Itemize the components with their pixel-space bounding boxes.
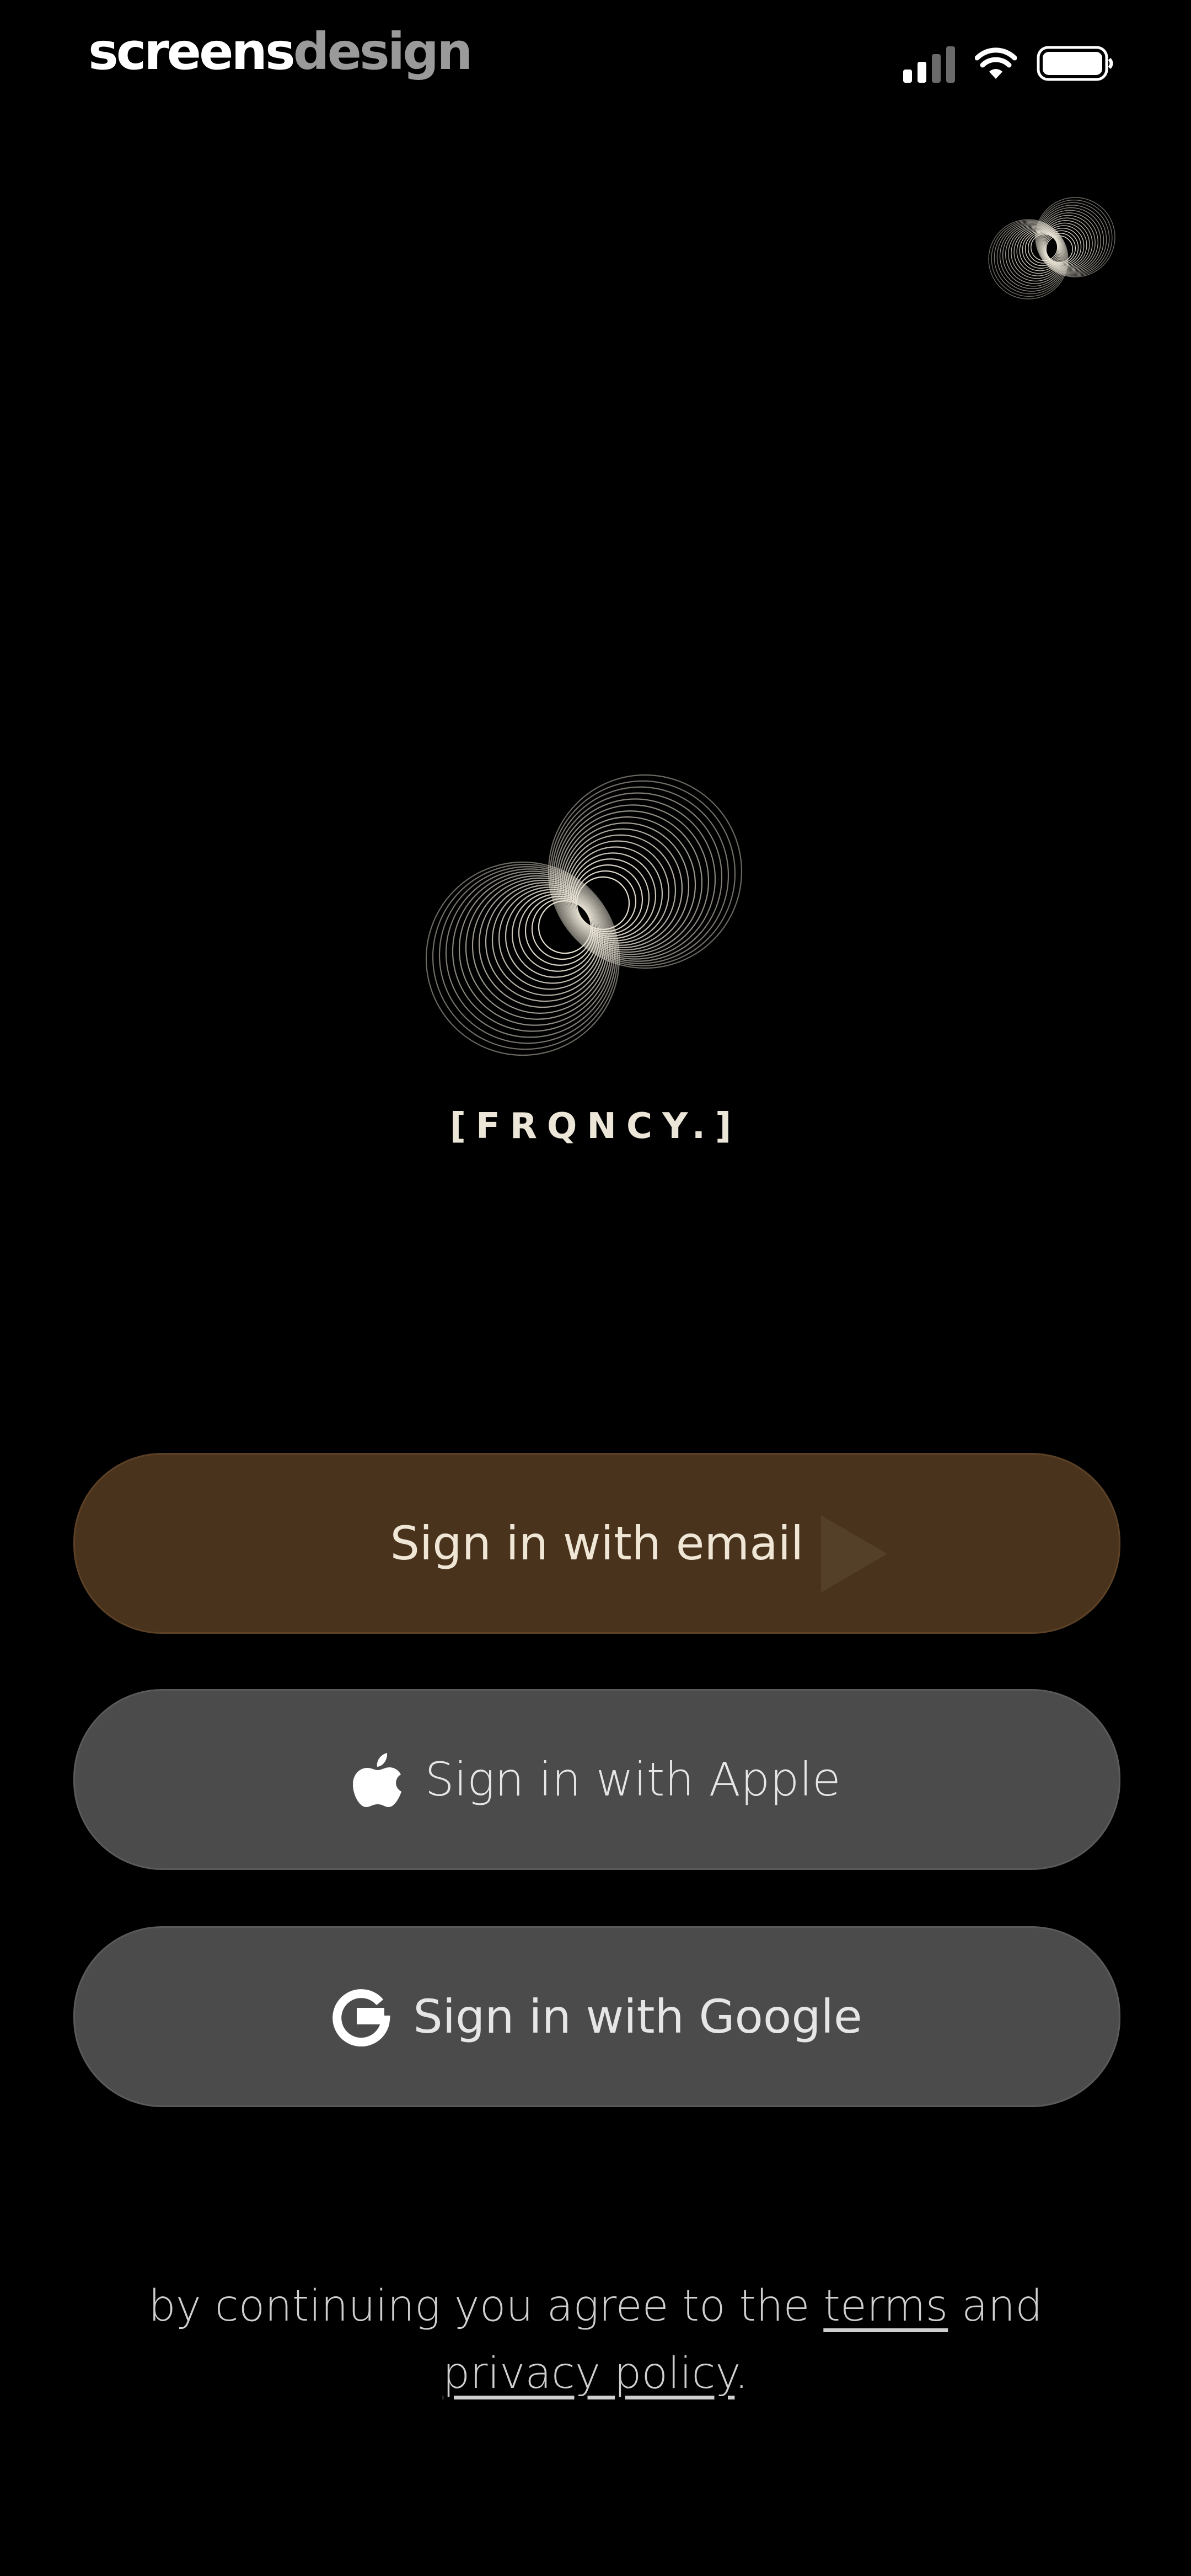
sign-in-apple-button[interactable]: Sign in with Apple xyxy=(73,1689,1120,1870)
google-icon xyxy=(331,1987,391,2046)
sign-in-email-button[interactable]: Sign in with email xyxy=(73,1453,1120,1634)
sign-in-email-label: Sign in with email xyxy=(390,1516,804,1570)
app-wordmark: [FRQNCY.] xyxy=(449,1106,742,1147)
corner-logo-icon xyxy=(988,197,1115,300)
footer-text-end: . xyxy=(734,2349,749,2398)
sign-in-apple-label: Sign in with Apple xyxy=(425,1752,841,1807)
cellular-signal-icon xyxy=(903,44,955,83)
privacy-policy-link[interactable]: privacy policy xyxy=(443,2349,735,2398)
status-icons xyxy=(903,44,1114,83)
legal-footer: by continuing you agree to the terms and… xyxy=(0,2273,1191,2407)
apple-icon xyxy=(353,1750,403,1809)
wifi-icon xyxy=(975,47,1017,79)
footer-text-and: and xyxy=(948,2281,1043,2331)
brand-part-2: design xyxy=(293,22,473,81)
status-bar: screensdesign xyxy=(0,0,1191,110)
ghost-play-shape xyxy=(821,1515,887,1592)
sign-in-google-button[interactable]: Sign in with Google xyxy=(73,1926,1120,2107)
sign-in-google-label: Sign in with Google xyxy=(413,1990,862,2044)
screensdesign-watermark: screensdesign xyxy=(88,22,473,81)
terms-link[interactable]: terms xyxy=(823,2281,948,2331)
brand-part-1: screens xyxy=(88,22,296,81)
interlocking-rings-logo xyxy=(425,774,743,1056)
battery-icon xyxy=(1037,46,1113,81)
footer-text-before: by continuing you agree to the xyxy=(148,2281,824,2331)
